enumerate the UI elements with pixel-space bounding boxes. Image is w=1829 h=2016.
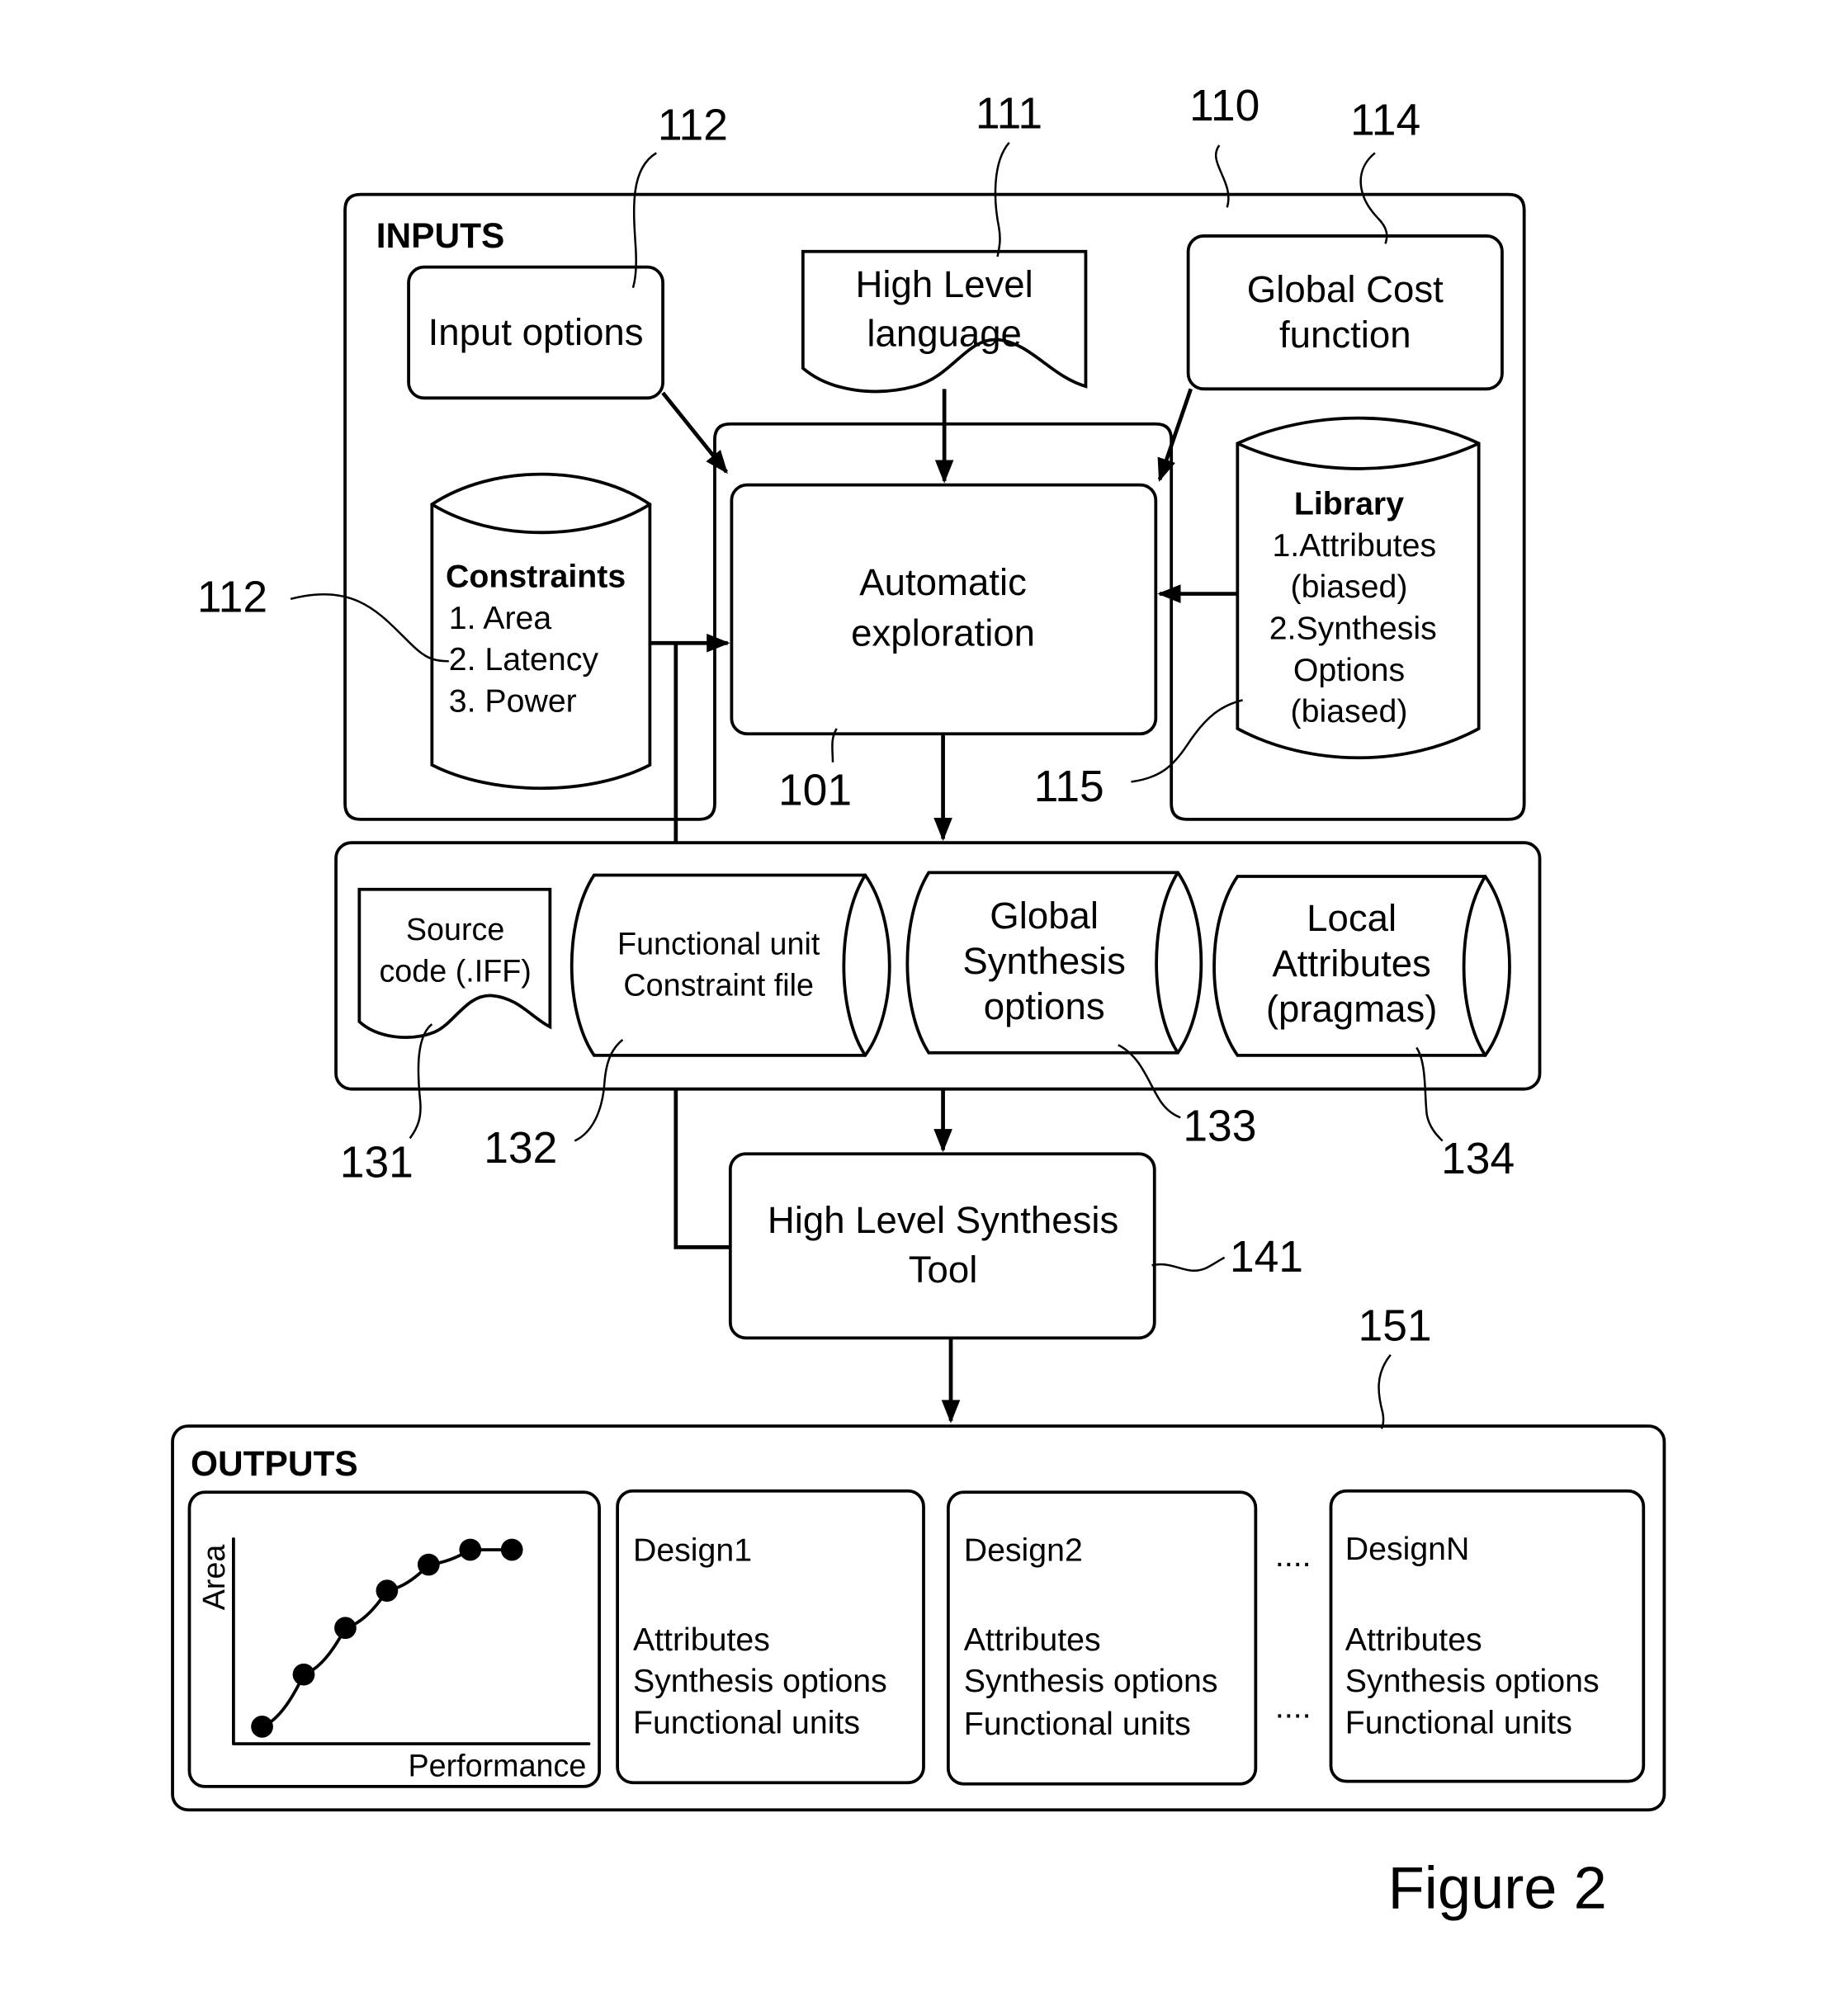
library-line-1: 1.Attributes — [1272, 527, 1436, 564]
ref-151: 151 — [1358, 1301, 1431, 1350]
ref-110-leader — [1214, 144, 1230, 208]
la-line-1: Local — [1307, 897, 1397, 939]
fu-line-1: Functional unit — [617, 926, 820, 961]
design-card[interactable]: Design2 Attributes Synthesis options Fun… — [946, 1490, 1258, 1786]
ref-141: 141 — [1230, 1233, 1303, 1282]
ref-151-leader — [1378, 1353, 1392, 1429]
gcf-line-1: Global Cost — [1247, 268, 1444, 310]
functional-unit-constraint-cylinder[interactable] — [569, 873, 891, 1057]
constraints-item-1: 1. Area — [449, 600, 552, 636]
ellipsis-bottom: .... — [1275, 1689, 1311, 1726]
design-item: Synthesis options — [1345, 1663, 1600, 1699]
ref-114-leader — [1359, 152, 1388, 244]
chart-point — [459, 1538, 482, 1561]
library-line-4: Options — [1293, 652, 1405, 688]
design-cards: Design1 Attributes Synthesis options Fun… — [616, 1489, 1646, 1786]
ref-132: 132 — [484, 1124, 557, 1173]
chart-point — [334, 1617, 357, 1640]
source-code-line-1: Source — [406, 912, 504, 947]
library-title: Library — [1294, 486, 1404, 522]
chart-point — [376, 1579, 399, 1602]
diagram-canvas: INPUTS 110 Input options 112 High Level … — [171, 82, 1666, 1922]
chart-point — [417, 1553, 440, 1576]
design-item: Functional units — [633, 1705, 860, 1741]
design-item: Functional units — [964, 1706, 1191, 1742]
automatic-exploration-box[interactable] — [730, 483, 1158, 736]
design-card[interactable]: DesignN Attributes Synthesis options Fun… — [1329, 1489, 1646, 1783]
hls-line-1: High Level Synthesis — [768, 1199, 1118, 1241]
bypass-to-hls-line — [673, 1088, 730, 1249]
ref-110: 110 — [1189, 82, 1260, 130]
figure-caption: Figure 2 — [1388, 1856, 1607, 1922]
source-code-line-2: code (.IFF) — [379, 953, 531, 988]
la-line-2: Attributes — [1272, 942, 1430, 984]
hll-line-2: language — [867, 312, 1021, 354]
ellipsis-top: .... — [1275, 1537, 1311, 1574]
chart-xlabel: Performance — [408, 1748, 586, 1782]
ref-114: 114 — [1350, 96, 1420, 144]
ref-115: 115 — [1034, 762, 1104, 811]
library-line-3: 2.Synthesis — [1269, 611, 1437, 647]
ref-131: 131 — [340, 1139, 414, 1187]
design-item: Attributes — [633, 1622, 770, 1658]
gso-line-1: Global — [990, 895, 1099, 937]
chart-point — [251, 1716, 273, 1738]
constraints-item-2: 2. Latency — [449, 641, 599, 678]
ref-134: 134 — [1441, 1135, 1515, 1183]
ref-112-left-leader — [290, 593, 449, 663]
gcf-line-2: function — [1279, 314, 1411, 356]
hll-line-1: High Level — [856, 263, 1033, 305]
design-name: Design1 — [633, 1532, 752, 1569]
ref-111-leader — [994, 141, 1010, 257]
chart-point — [292, 1663, 315, 1686]
la-line-3: (pragmas) — [1266, 988, 1438, 1030]
design-name: DesignN — [1345, 1531, 1470, 1567]
design-name: Design2 — [964, 1532, 1083, 1569]
ae-line-2: exploration — [851, 611, 1035, 654]
hls-tool-box[interactable] — [728, 1152, 1156, 1340]
ae-line-1: Automatic — [859, 561, 1027, 603]
library-line-5: (biased) — [1291, 693, 1408, 729]
ref-112-top: 112 — [658, 102, 728, 150]
constraints-title: Constraints — [446, 559, 626, 595]
design-item: Functional units — [1345, 1705, 1572, 1741]
inputs-title: INPUTS — [376, 216, 505, 255]
outputs-title: OUTPUTS — [191, 1444, 358, 1483]
gso-line-3: options — [984, 985, 1105, 1027]
gso-line-2: Synthesis — [962, 940, 1126, 982]
global-cost-function-box[interactable] — [1186, 234, 1504, 391]
design-card[interactable]: Design1 Attributes Synthesis options Fun… — [616, 1489, 925, 1785]
design-item: Synthesis options — [633, 1663, 887, 1699]
input-options-label: Input options — [428, 311, 644, 353]
library-line-2: (biased) — [1291, 569, 1408, 605]
ref-112-left: 112 — [197, 574, 267, 622]
chart-point — [500, 1538, 523, 1561]
design-item: Attributes — [1345, 1622, 1482, 1658]
ref-101: 101 — [778, 767, 852, 815]
chart-ylabel: Area — [196, 1545, 231, 1611]
ref-141-leader — [1151, 1256, 1226, 1272]
hls-line-2: Tool — [909, 1249, 978, 1291]
design-item: Attributes — [964, 1622, 1101, 1658]
ref-111: 111 — [976, 90, 1042, 139]
design-item: Synthesis options — [964, 1663, 1218, 1699]
ref-133: 133 — [1183, 1102, 1256, 1151]
arrow-gcf-to-ae — [1157, 388, 1193, 482]
constraints-item-3: 3. Power — [449, 683, 577, 720]
fu-line-2: Constraint file — [623, 968, 814, 1003]
